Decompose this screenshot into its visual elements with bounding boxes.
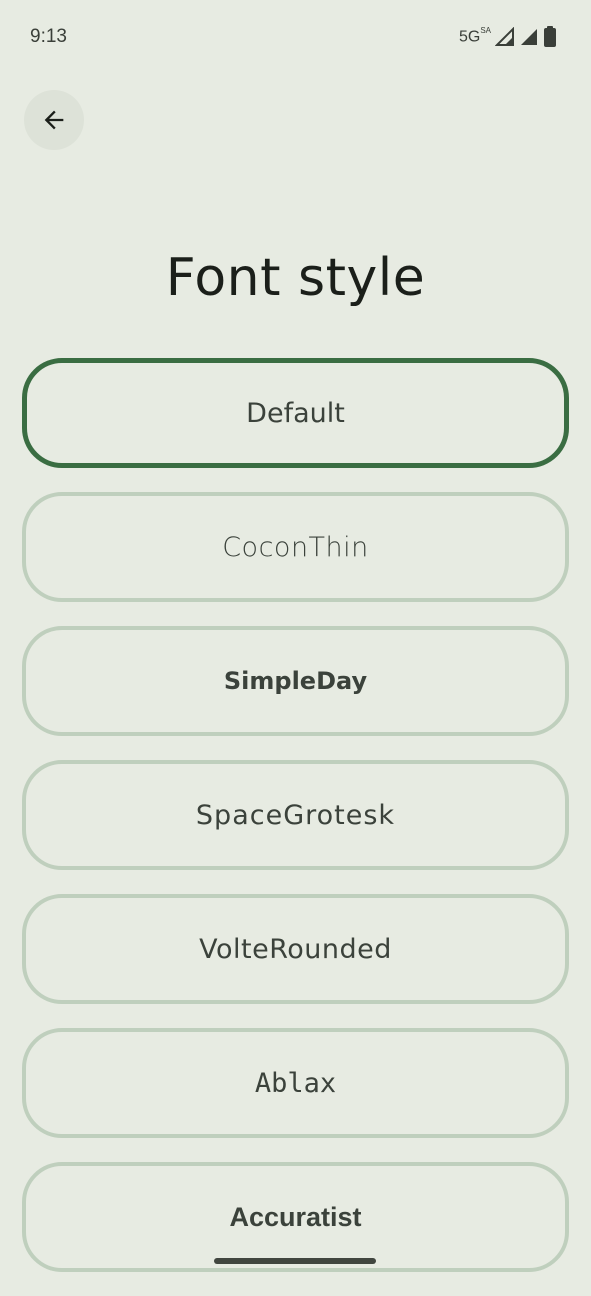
page-title: Font style	[165, 248, 426, 308]
font-option-label: CoconThin	[222, 531, 369, 563]
font-option-simpleday[interactable]: SimpleDay	[22, 626, 569, 736]
signal-icon	[521, 29, 537, 45]
font-option-ablax[interactable]: Ablax	[22, 1028, 569, 1138]
font-option-volterounded[interactable]: VolteRounded	[22, 894, 569, 1004]
font-option-label: SpaceGrotesk	[195, 799, 396, 831]
network-type: 5GSA	[458, 25, 491, 46]
font-option-coconthin[interactable]: CoconThin	[22, 492, 569, 602]
font-option-accuratist[interactable]: Accuratist	[22, 1162, 569, 1272]
font-option-label: Default	[246, 397, 345, 429]
font-option-default[interactable]: Default	[22, 358, 569, 468]
network-sup: SA	[480, 25, 491, 35]
font-option-label: Ablax	[254, 1067, 337, 1099]
navigation-handle[interactable]	[214, 1258, 376, 1264]
network-label: 5G	[458, 28, 481, 46]
back-button[interactable]	[24, 90, 84, 150]
font-option-label: Accuratist	[229, 1201, 362, 1232]
status-time: 9:13	[30, 26, 67, 47]
signal-icon	[495, 27, 514, 46]
battery-icon	[544, 26, 556, 47]
status-bar: 9:13 5GSA	[0, 0, 591, 76]
font-option-label: VolteRounded	[199, 933, 392, 965]
arrow-back-icon	[44, 110, 64, 130]
status-icons: 5GSA	[459, 26, 557, 48]
font-option-label: SimpleDay	[223, 667, 368, 695]
font-list: Default CoconThin SimpleDay SpaceGrotesk…	[22, 358, 569, 1296]
font-option-spacegrotesk[interactable]: SpaceGrotesk	[22, 760, 569, 870]
